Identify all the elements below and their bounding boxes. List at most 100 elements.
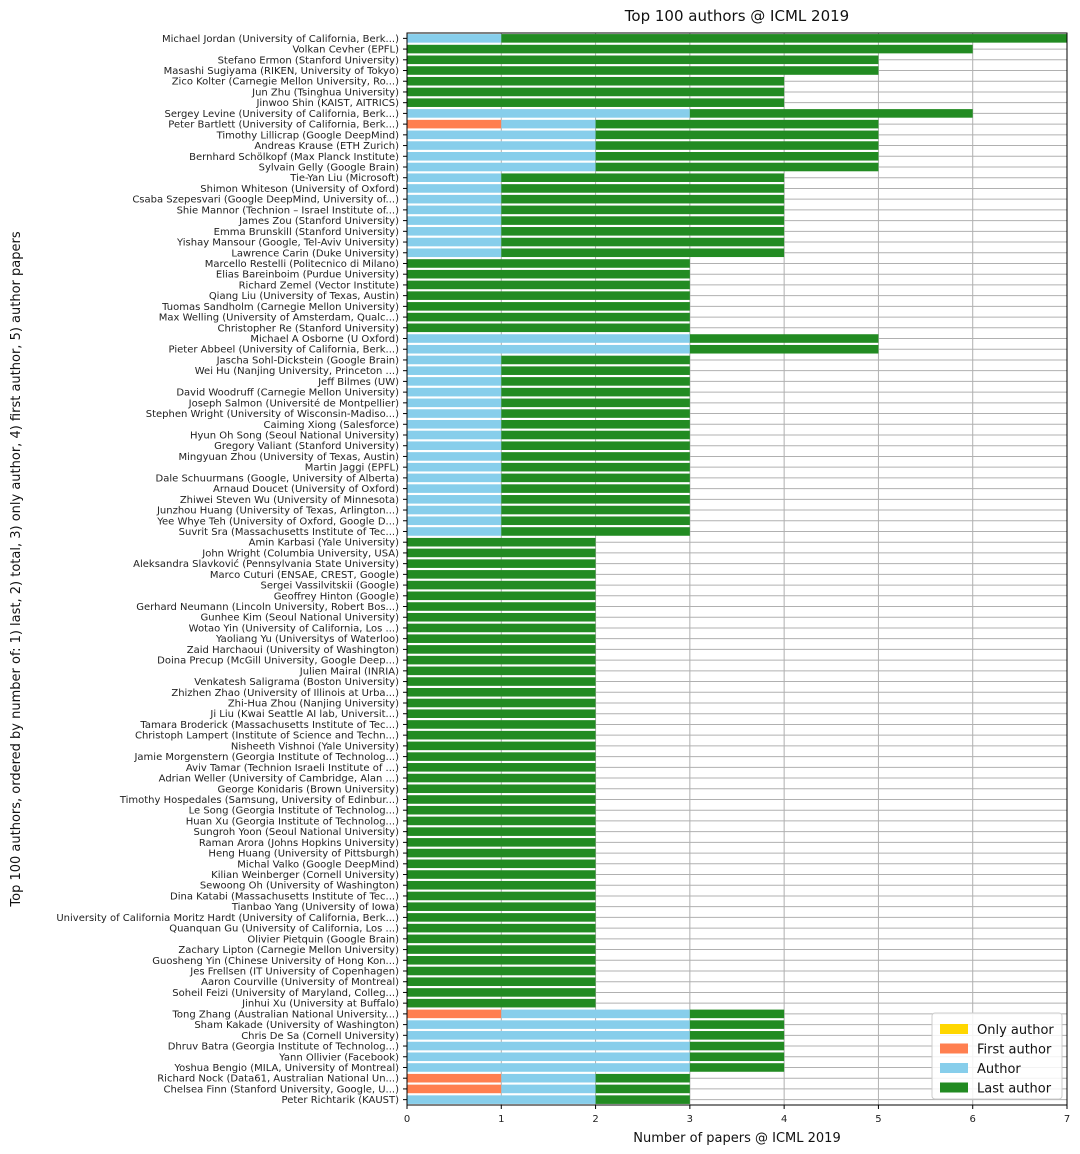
bar-author [407, 1041, 690, 1051]
bar-author [407, 151, 596, 161]
y-tick-label: Joseph Salmon (Université de Montpellier… [188, 397, 399, 409]
y-tick-label: Le Song (Georgia Institute of Technolog.… [189, 806, 400, 817]
bar-author [407, 462, 502, 472]
bar-last-author [407, 891, 596, 901]
y-tick-label: Chelsea Finn (Stanford University, Googl… [164, 1084, 400, 1095]
bar-author [407, 495, 502, 504]
bar-last-author [595, 119, 879, 129]
bar-last-author [689, 1031, 785, 1040]
bar-author [407, 1020, 690, 1029]
bar-author [407, 430, 502, 440]
bar-last-author [407, 730, 596, 740]
bar-last-author [595, 141, 879, 150]
bar-last-author [501, 248, 785, 258]
y-tick-label: Zhiwei Steven Wu (University of Minnesot… [180, 495, 399, 506]
y-tick-label: Doina Precup (McGill University, Google … [157, 656, 399, 667]
x-tick-label: 4 [781, 1114, 787, 1125]
bar-last-author [501, 495, 690, 504]
stacked-bar-chart: Top 100 authors @ ICML 2019 Michael Jord… [9, 7, 1070, 1146]
y-tick-label: Aleksandra Slavković (Pennsylvania State… [133, 558, 399, 570]
bar-last-author [501, 34, 1067, 43]
y-tick-label: Sergei Vassilvitskii (Google) [261, 581, 400, 592]
bar-last-author [407, 977, 596, 987]
bar-last-author [407, 76, 785, 86]
y-tick-label: Peter Richtarik (KAUST) [282, 1095, 400, 1106]
y-tick-label: Yann Ollivier (Facebook) [278, 1052, 399, 1063]
x-tick-label: 5 [875, 1114, 881, 1125]
bar-last-author [407, 687, 596, 697]
bar-author [501, 1084, 596, 1094]
bar-last-author [407, 98, 785, 107]
y-tick-label: Mingyuan Zhou (University of Texas, Aust… [179, 452, 400, 463]
bar-last-author [407, 966, 596, 976]
bar-last-author [501, 355, 690, 365]
bar-author [407, 344, 690, 354]
y-tick-label: Zico Kolter (Carnegie Mellon University,… [172, 77, 399, 88]
bar-author [407, 194, 502, 204]
x-tick-label: 1 [498, 1114, 504, 1125]
y-tick-label: Csaba Szepesvari (Google DeepMind, Unive… [132, 195, 399, 206]
bar-last-author [407, 859, 596, 869]
y-tick-label: Richard Zemel (Vector Institute) [239, 280, 399, 291]
bar-last-author [407, 698, 596, 708]
chart-title: Top 100 authors @ ICML 2019 [624, 7, 849, 25]
y-tick-label: Geoffrey Hinton (Google) [274, 591, 399, 602]
bar-author [501, 1009, 690, 1019]
bar-last-author [407, 280, 690, 290]
x-tick-label: 2 [592, 1114, 598, 1125]
bar-last-author [407, 988, 596, 997]
bar-author [407, 419, 502, 429]
y-tick-label: Tamara Broderick (Massachusetts Institut… [139, 720, 399, 731]
bar-last-author [501, 527, 690, 536]
y-tick-label: Venkatesh Saligrama (Boston University) [194, 677, 399, 688]
bar-first-author [407, 1073, 502, 1083]
y-tick-label: Zhi-Hua Zhou (Nanjing University) [228, 699, 399, 710]
bar-last-author [501, 366, 690, 375]
y-tick-label: Wei Hu (Nanjing University, Princeton ..… [195, 366, 399, 377]
y-tick-label: Michal Valko (Google DeepMind) [237, 859, 399, 870]
bar-last-author [407, 741, 596, 751]
y-tick-label: Suvrit Sra (Massachusetts Institute of T… [179, 527, 399, 538]
bar-author [407, 527, 502, 536]
bar-author [501, 119, 596, 129]
y-tick-label: Timothy Lillicrap (Google DeepMind) [216, 130, 400, 141]
bar-author [407, 227, 502, 236]
bar-author [407, 1063, 690, 1072]
y-tick-label: Guosheng Yin (Chinese University of Hong… [152, 956, 399, 967]
bar-last-author [689, 109, 973, 118]
y-tick-label: Julien Mairal (INRIA) [299, 666, 399, 677]
bar-last-author [407, 784, 596, 794]
bar-last-author [501, 194, 785, 204]
bar-last-author [407, 537, 596, 547]
bar-last-author [407, 44, 973, 54]
bar-last-author [501, 205, 785, 215]
bar-author [407, 516, 502, 526]
y-tick-label: Gregory Valiant (Stanford University) [214, 441, 399, 452]
bar-last-author [407, 773, 596, 783]
bar-author [407, 109, 690, 118]
bar-last-author [407, 752, 596, 761]
bar-last-author [689, 334, 879, 343]
bar-author [407, 216, 502, 225]
y-tick-label: Andreas Krause (ETH Zurich) [254, 141, 399, 152]
bar-last-author [501, 505, 690, 515]
bar-last-author [501, 484, 690, 493]
bar-last-author [595, 1073, 690, 1083]
y-tick-label: Zaid Harchaoui (University of Washington… [187, 645, 399, 656]
y-tick-label: Zhizhen Zhao (University of Illinois at … [171, 688, 399, 699]
bar-last-author [407, 666, 596, 676]
bar-author [407, 484, 502, 493]
bars [407, 34, 1067, 1104]
bar-author [407, 398, 502, 408]
bar-last-author [407, 55, 879, 65]
y-tick-label: Christopher Re (Stanford University) [218, 323, 400, 334]
legend-label: Only author [977, 1023, 1054, 1038]
y-tick-label: Amin Karbasi (Yale University) [249, 538, 399, 549]
y-tick-label: Tuomas Sandholm (Carnegie Mellon Univers… [161, 302, 399, 313]
bar-last-author [407, 955, 596, 965]
bar-author [407, 173, 502, 183]
y-tick-label: Qiang Liu (University of Texas, Austin) [209, 291, 399, 302]
bar-last-author [407, 816, 596, 826]
y-tick-label: Lawrence Carin (Duke University) [231, 248, 399, 259]
bar-author [407, 248, 502, 258]
